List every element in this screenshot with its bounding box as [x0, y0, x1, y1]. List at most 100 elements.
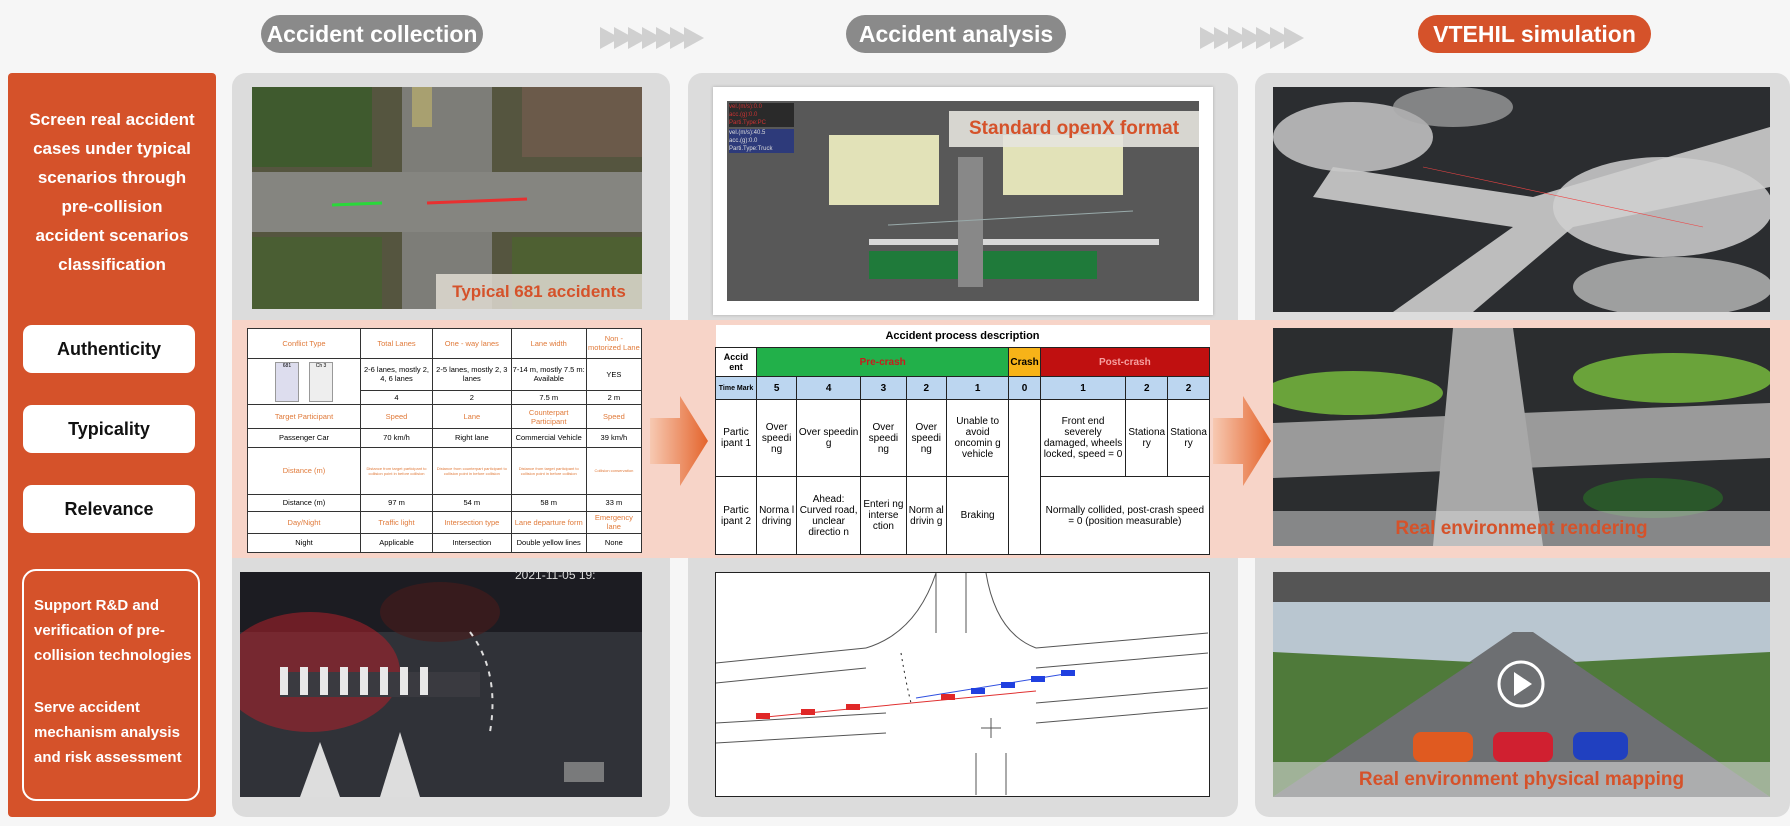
aerial-intersection-image: Typical 681 accidents	[252, 87, 642, 309]
p1-cell: Over speedi ng	[905, 398, 947, 478]
night-camera-image: 2021-11-05 19:	[240, 572, 642, 797]
overlay-line: Parti.Type:Truck	[729, 146, 773, 152]
cell: 4	[359, 389, 434, 406]
cell: Distance from counterpart participant to…	[432, 446, 512, 495]
p1-cell: Over speedi ng	[755, 398, 798, 478]
physical-mapping-image: Real environment physical mapping	[1273, 572, 1770, 797]
rendering-caption: Real environment rendering	[1273, 511, 1770, 546]
header-accident-collection: Accident collection	[261, 15, 483, 53]
red-car	[1493, 732, 1553, 762]
time-mark: 1	[945, 376, 1010, 400]
trajectory-svg	[716, 573, 1209, 795]
cell: 7.5 m	[510, 389, 587, 406]
overlay-line: vel.(m/s):0.0	[729, 104, 763, 110]
process-table: Accident process description Accid ent P…	[715, 325, 1211, 556]
support-text: Support R&D and verification of pre-coll…	[34, 597, 192, 664]
openx-simulation-image: vel.(m/s):0.0 acc.(g):0.0 Parti.Type:PC …	[713, 87, 1213, 315]
header-accident-analysis: Accident analysis	[846, 15, 1066, 53]
cell: Lane departure form	[510, 510, 587, 534]
cell: 39 km/h	[585, 427, 643, 448]
cell: Day/Night	[247, 510, 361, 534]
accident-label: Accid ent	[715, 347, 757, 378]
arrow-to-analysis	[650, 396, 708, 486]
serve-text: Serve accident mechanism analysis and ri…	[34, 699, 182, 766]
total-lanes-header: Total Lanes	[359, 328, 434, 359]
p1-cell: Unable to avoid oncomin g vehicle	[945, 398, 1010, 478]
typicality-label: Typicality	[23, 405, 195, 453]
cell: Target Participant	[247, 404, 361, 429]
authenticity-label: Authenticity	[23, 325, 195, 373]
p2-cell: Braking	[945, 476, 1010, 555]
cell: Night	[247, 532, 361, 554]
p2-cell: Norma l driving	[755, 476, 798, 555]
cell: 2	[432, 389, 512, 406]
orange-car	[1413, 732, 1473, 762]
conflict-type-header: Conflict Type	[247, 328, 361, 359]
cell: Distance from target participant to coll…	[359, 446, 434, 495]
participant-2-label: Partic ipant 2	[715, 476, 757, 555]
overlay-line: vel.(m/s):40.5	[729, 130, 766, 136]
diagram-b: Ch 3	[309, 361, 334, 402]
pre-crash-header: Pre-crash	[755, 347, 1010, 378]
participant-1-label: Partic ipant 1	[715, 398, 757, 478]
cell: 2-5 lanes, mostly 2, 3 lanes	[432, 357, 512, 391]
p2-cell: Norm al drivin g	[905, 476, 947, 555]
time-mark: 2	[905, 376, 947, 400]
lane-width-header: Lane width	[510, 328, 587, 359]
p2-cell: Normally collided, post-crash speed = 0 …	[1039, 476, 1211, 555]
trajectory-diagram	[715, 572, 1210, 797]
cell: Distance from target participant to coll…	[510, 446, 587, 495]
cell: 70 km/h	[359, 427, 434, 448]
diagram-a: 681	[274, 361, 299, 402]
p1-cell: Stationa ry	[1167, 398, 1210, 478]
typical-accidents-caption: Typical 681 accidents	[436, 274, 642, 309]
night-camera-svg	[240, 572, 642, 797]
point-cloud-image	[1273, 87, 1770, 312]
green-trajectory	[331, 201, 383, 207]
time-mark: 2	[1125, 376, 1169, 400]
cell: Distance (m)	[247, 446, 361, 495]
cell: Counterpart Participant	[510, 404, 587, 429]
overlay-truck: vel.(m/s):40.5 acc.(g):0.0 Parti.Type:Tr…	[729, 129, 794, 153]
cell: 2 m	[585, 389, 643, 406]
camera-timestamp: 2021-11-05 19:	[515, 572, 596, 582]
time-mark: 1	[1039, 376, 1127, 400]
time-mark: 3	[860, 376, 907, 400]
cell: Applicable	[359, 532, 434, 554]
p1-cell: Front end severely damaged, wheels locke…	[1039, 398, 1127, 478]
p1-cell: Over speedin g	[796, 398, 862, 478]
header-vtehil-simulation: VTEHIL simulation	[1418, 15, 1651, 53]
overlay-line: Parti.Type:PC	[729, 120, 767, 126]
flow-arrow-2	[1200, 27, 1304, 49]
rendering-image: Real environment rendering	[1273, 328, 1770, 546]
p1-cell: Stationa ry	[1125, 398, 1169, 478]
cell: Speed	[585, 404, 643, 429]
p2-cell: Ahead: Curved road, unclear directio n	[796, 476, 862, 555]
cell: Right lane	[432, 427, 512, 448]
openx-caption: Standard openX format	[949, 111, 1199, 147]
non-motorized-lane-header: Non - motorized Lane	[585, 328, 643, 359]
cell: 58 m	[510, 493, 587, 512]
time-mark: 5	[755, 376, 798, 400]
post-crash-header: Post-crash	[1039, 347, 1211, 378]
process-title: Accident process description	[715, 325, 1210, 348]
cell: Collision conservation	[585, 446, 643, 495]
cell: 7-14 m, mostly 7.5 m: Available	[510, 357, 587, 391]
time-mark: 2	[1167, 376, 1210, 400]
cell: 2-6 lanes, mostly 2, 4, 6 lanes	[359, 357, 434, 391]
conflict-type-diagram: 681 Ch 3	[247, 357, 361, 406]
cell: Traffic light	[359, 510, 434, 534]
overlay-line: acc.(g):0.0	[729, 138, 758, 144]
cell: Intersection type	[432, 510, 512, 534]
blue-car	[1573, 732, 1628, 760]
cell: 97 m	[359, 493, 434, 512]
cell: Distance (m)	[247, 493, 361, 512]
p2-cell: Enteri ng interse ction	[860, 476, 907, 555]
physical-mapping-caption: Real environment physical mapping	[1273, 762, 1770, 797]
left-panel: Screen real accident cases under typical…	[8, 73, 216, 817]
intro-text: Screen real accident cases under typical…	[29, 110, 195, 274]
overlay-pc: vel.(m/s):0.0 acc.(g):0.0 Parti.Type:PC	[729, 103, 794, 127]
cell: 33 m	[585, 493, 643, 512]
cell: Emergency lane	[585, 510, 643, 534]
conflict-table: Conflict Type Total Lanes One - way lane…	[247, 328, 643, 554]
